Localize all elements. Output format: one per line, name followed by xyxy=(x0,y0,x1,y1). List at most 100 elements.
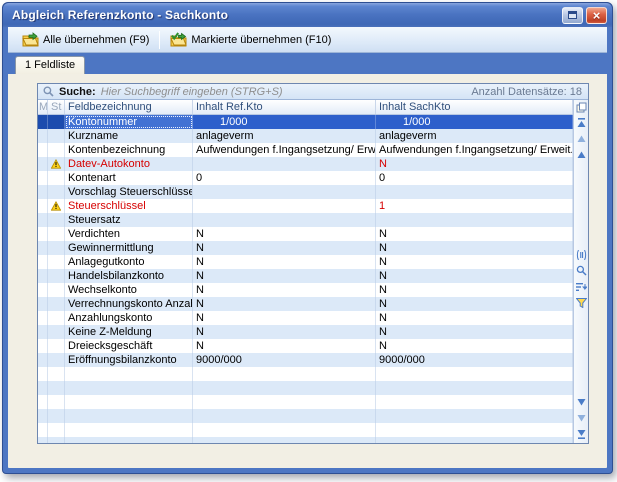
cell-ref-value[interactable]: N xyxy=(193,255,376,269)
cell-sach-value[interactable]: N xyxy=(376,339,573,353)
cell-sach-value[interactable]: N xyxy=(376,325,573,339)
cell-sach-value[interactable]: N xyxy=(376,269,573,283)
cell-ref-value[interactable]: N xyxy=(193,241,376,255)
close-button[interactable]: × xyxy=(586,7,607,24)
table-row[interactable]: Vorschlag Steuerschlüssel xyxy=(38,185,573,199)
cell-marked[interactable] xyxy=(38,353,48,367)
cell-ref-value[interactable]: N xyxy=(193,227,376,241)
cell-marked[interactable] xyxy=(38,283,48,297)
cell-marked[interactable] xyxy=(38,129,48,143)
sort-icon[interactable] xyxy=(575,281,588,293)
cell-ref-value[interactable] xyxy=(193,157,376,171)
table-row[interactable]: Eröffnungsbilanzkonto9000/0009000/000 xyxy=(38,353,573,367)
titlebar[interactable]: Abgleich Referenzkonto - Sachkonto × xyxy=(3,3,612,27)
cell-field-name[interactable]: Verdichten xyxy=(65,227,193,241)
cell-ref-value[interactable]: N xyxy=(193,297,376,311)
header-marked[interactable]: M xyxy=(38,100,48,114)
cell-sach-value[interactable]: N xyxy=(376,255,573,269)
cell-field-name[interactable]: Datev-Autokonto xyxy=(65,157,193,171)
apply-all-button[interactable]: Alle übernehmen (F9) xyxy=(15,29,156,51)
cell-ref-value[interactable] xyxy=(193,213,376,227)
cell-marked[interactable] xyxy=(38,213,48,227)
cell-field-name[interactable]: Anzahlungskonto xyxy=(65,311,193,325)
goto-record-icon[interactable] xyxy=(575,249,588,261)
cell-sach-value[interactable] xyxy=(376,185,573,199)
cell-ref-value[interactable]: Aufwendungen f.Ingangsetzung/ Erweit.d.G… xyxy=(193,143,376,157)
cell-sach-value[interactable]: 1/000 xyxy=(376,115,573,129)
cell-ref-value[interactable]: N xyxy=(193,339,376,353)
cell-field-name[interactable]: Wechselkonto xyxy=(65,283,193,297)
table-row[interactable]: WechselkontoNN xyxy=(38,283,573,297)
header-sach-kto[interactable]: Inhalt SachKto xyxy=(376,100,573,114)
cell-ref-value[interactable]: 0 xyxy=(193,171,376,185)
apply-marked-button[interactable]: Markierte übernehmen (F10) xyxy=(163,29,338,51)
cell-field-name[interactable]: Kontenbezeichnung xyxy=(65,143,193,157)
table-row[interactable]: DreiecksgeschäftNN xyxy=(38,339,573,353)
cell-ref-value[interactable]: 1/000 xyxy=(193,115,376,129)
table-row[interactable]: Kontonummer1/0001/000 xyxy=(38,115,573,129)
cell-marked[interactable] xyxy=(38,199,48,213)
cell-marked[interactable] xyxy=(38,185,48,199)
cell-marked[interactable] xyxy=(38,227,48,241)
cell-marked[interactable] xyxy=(38,297,48,311)
table-row[interactable]: GewinnermittlungNN xyxy=(38,241,573,255)
cell-marked[interactable] xyxy=(38,269,48,283)
cell-sach-value[interactable]: N xyxy=(376,227,573,241)
cell-field-name[interactable]: Steuersatz xyxy=(65,213,193,227)
cell-ref-value[interactable]: N xyxy=(193,311,376,325)
row-up-icon[interactable] xyxy=(575,149,588,161)
cell-marked[interactable] xyxy=(38,157,48,171)
cell-ref-value[interactable]: anlageverm xyxy=(193,129,376,143)
cell-sach-value[interactable]: anlageverm xyxy=(376,129,573,143)
cell-ref-value[interactable]: N xyxy=(193,283,376,297)
table-row[interactable]: AnzahlungskontoNN xyxy=(38,311,573,325)
table-row[interactable]: KontenbezeichnungAufwendungen f.Ingangse… xyxy=(38,143,573,157)
cell-field-name[interactable]: Vorschlag Steuerschlüssel xyxy=(65,185,193,199)
table-row[interactable]: AnlagegutkontoNN xyxy=(38,255,573,269)
cell-sach-value[interactable]: 9000/000 xyxy=(376,353,573,367)
header-field[interactable]: Feldbezeichnung xyxy=(65,100,193,114)
cell-sach-value[interactable]: N xyxy=(376,283,573,297)
cell-ref-value[interactable]: 9000/000 xyxy=(193,353,376,367)
cell-field-name[interactable]: Gewinnermittlung xyxy=(65,241,193,255)
grid-scrollbar[interactable] xyxy=(573,100,588,443)
restore-button[interactable] xyxy=(562,7,583,24)
cell-field-name[interactable]: Verrechnungskonto Anzahlung xyxy=(65,297,193,311)
table-row[interactable]: Kontenart00 xyxy=(38,171,573,185)
cell-marked[interactable] xyxy=(38,171,48,185)
cell-sach-value[interactable]: 1 xyxy=(376,199,573,213)
search-bar[interactable]: Suche: Hier Suchbegriff eingeben (STRG+S… xyxy=(38,84,588,100)
table-row[interactable]: Datev-Autokonto N xyxy=(38,157,573,171)
cell-marked[interactable] xyxy=(38,255,48,269)
cell-sach-value[interactable]: N xyxy=(376,241,573,255)
tab-feldliste[interactable]: 1 Feldliste xyxy=(15,56,85,74)
cell-field-name[interactable]: Dreiecksgeschäft xyxy=(65,339,193,353)
table-row[interactable]: HandelsbilanzkontoNN xyxy=(38,269,573,283)
copy-icon[interactable] xyxy=(574,100,588,115)
cell-sach-value[interactable]: N xyxy=(376,311,573,325)
cell-field-name[interactable]: Kontonummer xyxy=(65,115,193,129)
page-down-icon[interactable] xyxy=(575,412,588,424)
table-row[interactable]: Verrechnungskonto AnzahlungNN xyxy=(38,297,573,311)
cell-marked[interactable] xyxy=(38,241,48,255)
page-up-icon[interactable] xyxy=(575,133,588,145)
cell-sach-value[interactable]: N xyxy=(376,157,573,171)
cell-field-name[interactable]: Kurzname xyxy=(65,129,193,143)
filter-icon[interactable] xyxy=(575,297,588,309)
cell-field-name[interactable]: Eröffnungsbilanzkonto xyxy=(65,353,193,367)
cell-marked[interactable] xyxy=(38,143,48,157)
header-status[interactable]: St xyxy=(48,100,65,114)
cell-field-name[interactable]: Handelsbilanzkonto xyxy=(65,269,193,283)
scroll-top-icon[interactable] xyxy=(575,117,588,129)
search-icon[interactable] xyxy=(575,265,588,277)
cell-ref-value[interactable] xyxy=(193,185,376,199)
cell-marked[interactable] xyxy=(38,311,48,325)
scroll-bottom-icon[interactable] xyxy=(575,428,588,440)
cell-sach-value[interactable]: Aufwendungen f.Ingangsetzung/ Erweit.d.G… xyxy=(376,143,573,157)
cell-sach-value[interactable]: N xyxy=(376,297,573,311)
cell-marked[interactable] xyxy=(38,325,48,339)
table-row[interactable]: Keine Z-MeldungNN xyxy=(38,325,573,339)
cell-ref-value[interactable]: N xyxy=(193,325,376,339)
row-down-icon[interactable] xyxy=(575,396,588,408)
cell-marked[interactable] xyxy=(38,339,48,353)
